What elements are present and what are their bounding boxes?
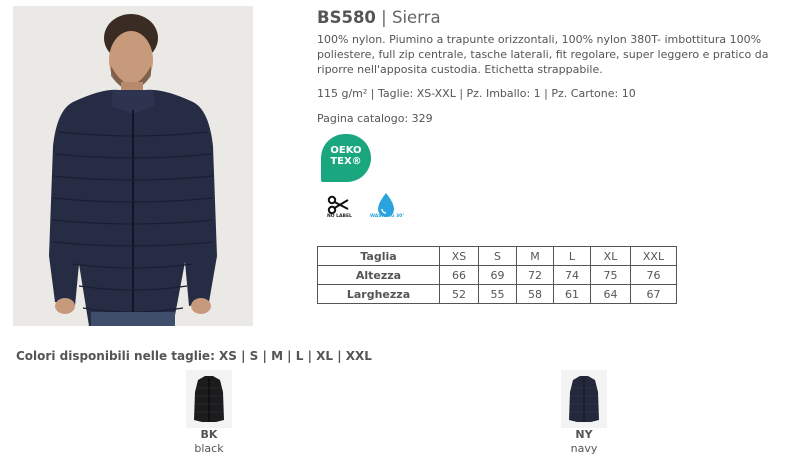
table-cell: 69: [478, 265, 517, 285]
row-label-altezza: Altezza: [317, 265, 440, 285]
size-header-s: S: [478, 246, 517, 266]
table-row: Altezza 66 69 72 74 75 76: [317, 265, 677, 285]
table-cell: 72: [516, 265, 554, 285]
row-label-larghezza: Larghezza: [317, 284, 440, 304]
table-cell: 67: [630, 284, 677, 304]
product-specs: 115 g/m² | Taglie: XS-XXL | Pz. Imballo:…: [317, 87, 636, 100]
catalog-page: Pagina catalogo: 329: [317, 112, 433, 125]
table-cell: 52: [439, 284, 479, 304]
jacket-thumbnail-icon: [186, 370, 232, 428]
table-cell: 75: [590, 265, 631, 285]
color-swatch-black[interactable]: [186, 370, 232, 428]
model-jacket-illustration: [13, 6, 253, 326]
no-label-caption: NO LABEL: [327, 214, 352, 219]
product-photo: [13, 6, 253, 326]
color-name-black: black: [194, 442, 224, 455]
oeko-tex-badge: OEKO TEX®: [321, 134, 371, 182]
product-description: 100% nylon. Piumino a trapunte orizzonta…: [317, 33, 769, 76]
size-table: Taglia XS S M L XL XXL Altezza 66 69 72 …: [317, 246, 677, 304]
color-name-navy: navy: [570, 442, 598, 455]
table-cell: 61: [553, 284, 591, 304]
size-header-xl: XL: [590, 246, 631, 266]
product-title: BS580 | Sierra: [317, 8, 441, 27]
table-cell: 64: [590, 284, 631, 304]
table-cell: 74: [553, 265, 591, 285]
color-code-bk: BK: [200, 428, 218, 441]
table-cell: 55: [478, 284, 517, 304]
size-header-label: Taglia: [317, 246, 440, 266]
size-header-l: L: [553, 246, 591, 266]
title-separator: |: [375, 8, 392, 27]
size-table-header-row: Taglia XS S M L XL XXL: [317, 246, 677, 266]
jacket-thumbnail-icon: [561, 370, 607, 428]
table-cell: 66: [439, 265, 479, 285]
color-swatch-navy[interactable]: [561, 370, 607, 428]
size-header-xs: XS: [439, 246, 479, 266]
product-name: Sierra: [391, 8, 441, 27]
colors-title: Colori disponibili nelle taglie: XS | S …: [16, 349, 372, 363]
table-cell: 58: [516, 284, 554, 304]
size-header-m: M: [516, 246, 554, 266]
size-header-xxl: XXL: [630, 246, 677, 266]
table-row: Larghezza 52 55 58 61 64 67: [317, 284, 677, 304]
washing-caption: WASHING 30°: [370, 214, 405, 219]
color-code-ny: NY: [575, 428, 593, 441]
table-cell: 76: [630, 265, 677, 285]
oeko-tex-line2: TEX®: [330, 156, 362, 167]
product-code: BS580: [317, 8, 376, 27]
oeko-tex-line1: OEKO: [330, 145, 362, 156]
